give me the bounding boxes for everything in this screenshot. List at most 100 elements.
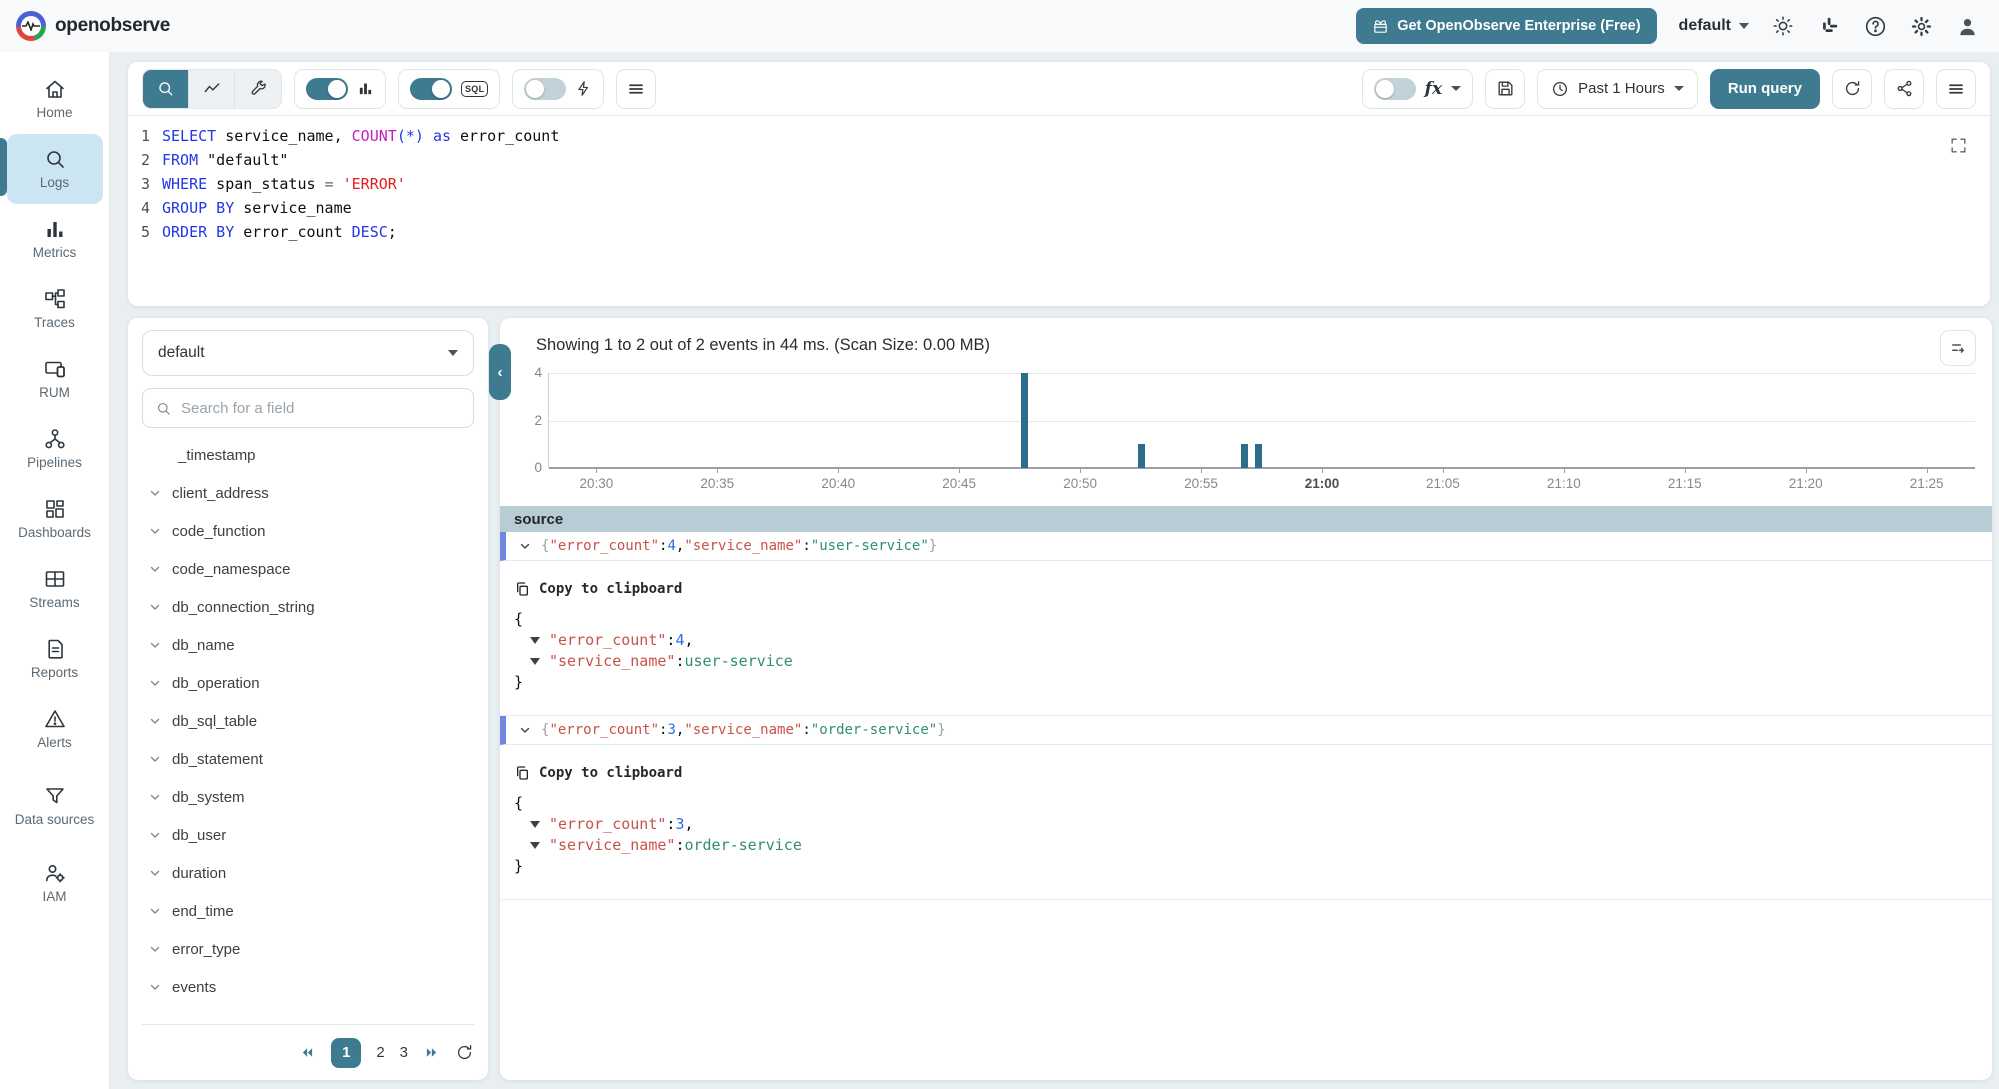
save-function-button[interactable] [1485, 68, 1526, 109]
chevron-down-icon[interactable] [148, 486, 162, 500]
chevron-down-icon[interactable] [148, 980, 162, 994]
field-item-db_statement[interactable]: db_statement [142, 740, 474, 778]
field-item-end_time[interactable]: end_time [142, 892, 474, 930]
x-tick [1201, 468, 1203, 473]
tab-metrics-explorer[interactable] [189, 69, 235, 108]
run-query-button[interactable]: Run query [1709, 68, 1820, 109]
theme-light-icon[interactable] [1771, 14, 1795, 38]
field-item-code_namespace[interactable]: code_namespace [142, 550, 474, 588]
sql-mode-toggle-group: SQL [398, 68, 501, 109]
next-pages-icon[interactable] [423, 1044, 440, 1061]
sql-editor[interactable]: 1 SELECT service_name, COUNT(*) as error_… [128, 116, 1990, 244]
table-settings-button[interactable] [1940, 330, 1976, 366]
log-row-summary-1[interactable]: {"error_count":4,"service_name":"user-se… [500, 532, 1992, 561]
page-2[interactable]: 2 [376, 1044, 384, 1061]
tab-search[interactable] [143, 69, 189, 108]
field-item-db_connection_string[interactable]: db_connection_string [142, 588, 474, 626]
chevron-down-icon[interactable] [148, 714, 162, 728]
help-icon[interactable] [1863, 14, 1887, 38]
query-menu-button[interactable] [616, 68, 657, 109]
quick-mode-toggle[interactable] [524, 77, 567, 100]
expand-triangle-icon[interactable] [530, 821, 540, 828]
page-1[interactable]: 1 [331, 1037, 362, 1068]
field-item-duration[interactable]: duration [142, 854, 474, 892]
chart-x-axis: 20:30 20:35 20:40 20:45 20:50 20:55 21:00 21:05… [548, 468, 1975, 498]
sidebar-item-pipelines[interactable]: Pipelines [7, 414, 103, 484]
field-search-input[interactable] [181, 399, 461, 417]
expand-triangle-icon[interactable] [530, 658, 540, 665]
chevron-down-icon[interactable] [148, 638, 162, 652]
x-tick-label: 21:25 [1909, 476, 1944, 491]
x-tick-label: 21:15 [1667, 476, 1702, 491]
chevron-down-icon[interactable] [518, 723, 532, 737]
copy-to-clipboard-button[interactable]: Copy to clipboard [514, 765, 1992, 781]
field-item-events[interactable]: events [142, 968, 474, 1006]
log-row-summary-2[interactable]: {"error_count":3,"service_name":"order-s… [500, 716, 1992, 745]
stream-selector[interactable]: default [142, 330, 474, 376]
chevron-down-icon[interactable] [148, 790, 162, 804]
org-selector[interactable]: default [1679, 17, 1749, 35]
tab-tools[interactable] [235, 70, 281, 108]
sidebar-item-rum[interactable]: RUM [7, 344, 103, 414]
expand-triangle-icon[interactable] [530, 637, 540, 644]
field-item-db_operation[interactable]: db_operation [142, 664, 474, 702]
sidebar-item-iam[interactable]: IAM [7, 848, 103, 918]
sidebar-item-traces[interactable]: Traces [7, 274, 103, 344]
histogram-chart[interactable] [548, 373, 1975, 469]
chevron-down-icon[interactable] [148, 942, 162, 956]
chevron-down-icon [1673, 86, 1684, 91]
sidebar-item-streams[interactable]: Streams [7, 554, 103, 624]
sidebar-item-data-sources[interactable]: Data sources [7, 764, 103, 848]
sidebar-item-home[interactable]: Home [7, 64, 103, 134]
sidebar-item-logs[interactable]: Logs [6, 134, 103, 204]
function-toggle[interactable] [1373, 77, 1416, 100]
chevron-down-icon[interactable] [518, 539, 532, 553]
collapse-fields-handle[interactable]: ‹ [489, 344, 511, 400]
field-item-db_user[interactable]: db_user [142, 816, 474, 854]
field-item-db_name[interactable]: db_name [142, 626, 474, 664]
prev-pages-icon[interactable] [299, 1044, 316, 1061]
sql-line: 4 GROUP BY service_name [140, 199, 352, 217]
chevron-down-icon[interactable] [148, 904, 162, 918]
chevron-down-icon[interactable] [148, 524, 162, 538]
time-range-picker[interactable]: Past 1 Hours [1537, 68, 1698, 109]
field-item-_timestamp[interactable]: _timestamp [142, 436, 474, 474]
share-link-button[interactable] [1884, 68, 1924, 109]
pipelines-icon [43, 427, 67, 451]
refresh-interval-button[interactable] [1832, 68, 1872, 109]
chevron-down-icon[interactable] [148, 562, 162, 576]
sidebar-item-metrics[interactable]: Metrics [7, 204, 103, 274]
chevron-down-icon[interactable] [148, 752, 162, 766]
sidebar-item-alerts[interactable]: Alerts [7, 694, 103, 764]
field-item-code_function[interactable]: code_function [142, 512, 474, 550]
field-item-error_type[interactable]: error_type [142, 930, 474, 968]
field-item-client_address[interactable]: client_address [142, 474, 474, 512]
sql-mode-toggle[interactable] [410, 77, 452, 100]
results-summary: Showing 1 to 2 out of 2 events in 44 ms.… [536, 336, 990, 354]
chevron-down-icon[interactable] [148, 676, 162, 690]
reload-fields-icon[interactable] [455, 1043, 474, 1062]
sidebar-item-dashboards[interactable]: Dashboards [7, 484, 103, 554]
copy-to-clipboard-button[interactable]: Copy to clipboard [514, 581, 1992, 597]
function-toggle-group: fx [1361, 68, 1474, 109]
field-item-db_sql_table[interactable]: db_sql_table [142, 702, 474, 740]
histogram-bar [1138, 444, 1146, 468]
field-item-db_system[interactable]: db_system [142, 778, 474, 816]
more-options-button[interactable] [1936, 68, 1976, 109]
copy-icon [514, 581, 530, 597]
chevron-down-icon[interactable] [148, 866, 162, 880]
sidebar-item-reports[interactable]: Reports [7, 624, 103, 694]
fullscreen-icon[interactable] [1949, 136, 1968, 155]
account-icon[interactable] [1955, 14, 1979, 38]
chevron-down-icon[interactable] [1451, 86, 1462, 91]
x-tick [1926, 468, 1928, 473]
histogram-toggle[interactable] [306, 77, 348, 100]
expand-triangle-icon[interactable] [530, 842, 540, 849]
slack-icon[interactable] [1817, 14, 1841, 38]
settings-gear-icon[interactable] [1909, 14, 1933, 38]
enterprise-button[interactable]: Get OpenObserve Enterprise (Free) [1356, 8, 1657, 44]
page-3[interactable]: 3 [400, 1044, 408, 1061]
streams-icon [43, 567, 67, 591]
chevron-down-icon[interactable] [148, 828, 162, 842]
chevron-down-icon[interactable] [148, 600, 162, 614]
